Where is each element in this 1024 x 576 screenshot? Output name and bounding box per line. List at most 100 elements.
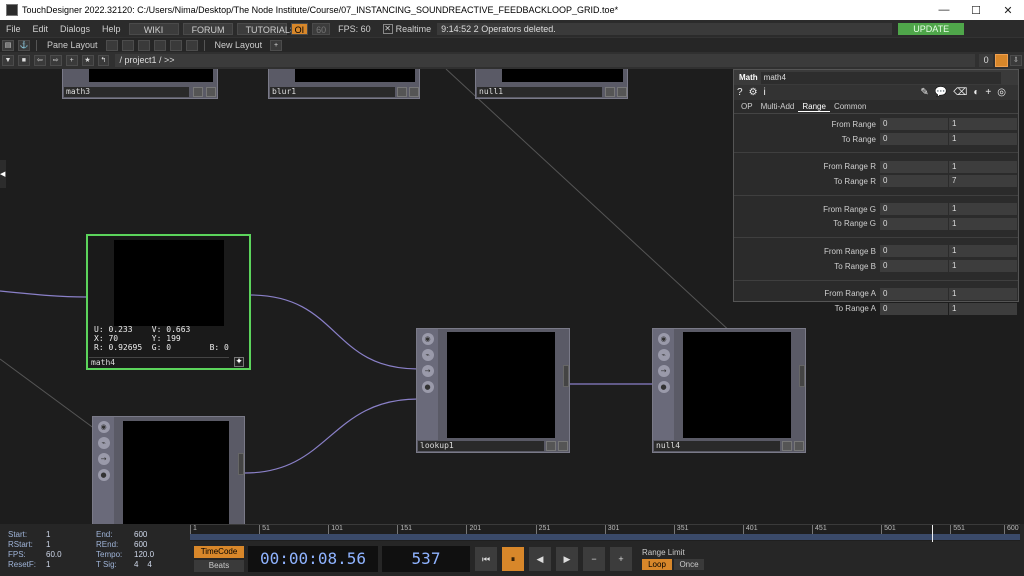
layout-5-button[interactable]	[169, 39, 182, 51]
once-button[interactable]: Once	[674, 559, 704, 570]
param-value-1[interactable]: 0	[880, 118, 948, 131]
realtime-checkbox[interactable]: ✕	[382, 23, 393, 34]
oi-button[interactable]: OI	[290, 22, 309, 35]
stat-value[interactable]: 600	[134, 540, 147, 549]
close-button[interactable]: ✕	[992, 4, 1024, 17]
param-value-2[interactable]: 1	[949, 302, 1017, 315]
output-port[interactable]	[238, 453, 244, 475]
stat-value[interactable]: 1	[46, 540, 50, 549]
lock-icon[interactable]: ●	[421, 381, 434, 393]
param-value-1[interactable]: 0	[880, 160, 948, 173]
sixty-button[interactable]: 60	[312, 22, 331, 35]
add-icon[interactable]: +	[65, 55, 78, 66]
pane-index[interactable]: 0	[979, 54, 994, 67]
op-name-field[interactable]: math4	[760, 71, 1001, 84]
step-forward-button[interactable]: +	[610, 546, 632, 571]
node-label[interactable]: null1	[477, 87, 602, 97]
help-icon[interactable]: ?	[737, 87, 743, 98]
bypass-icon[interactable]: ◉	[657, 333, 670, 345]
param-value-1[interactable]: 0	[880, 217, 948, 230]
edit-icon[interactable]: ✎	[920, 87, 928, 98]
param-value-1[interactable]: 0	[880, 260, 948, 273]
output-port[interactable]	[563, 365, 569, 387]
lock-icon[interactable]: ●	[657, 381, 670, 393]
pane-toggle-icon[interactable]	[995, 54, 1009, 67]
param-value-1[interactable]: 0	[880, 203, 948, 216]
node-null4[interactable]: ◉ ⌁ → ● null4	[652, 328, 806, 453]
node-display-flag[interactable]	[558, 441, 568, 451]
rewind-button[interactable]: ⏮	[475, 546, 497, 571]
layout-2-button[interactable]	[121, 39, 134, 51]
param-value-1[interactable]: 0	[880, 175, 948, 188]
node-viewer-toggle[interactable]	[782, 441, 792, 451]
cook-icon[interactable]: ⌁	[657, 349, 670, 361]
node-label[interactable]: blur1	[270, 87, 395, 97]
network-path[interactable]: / project1 / >>	[115, 54, 976, 67]
pane-type-icon[interactable]: ⇩	[1010, 55, 1022, 66]
new-layout-button[interactable]: +	[270, 39, 283, 51]
menu-edit[interactable]: Edit	[27, 24, 55, 34]
comment-icon[interactable]: 💬	[935, 87, 947, 98]
playhead[interactable]	[932, 525, 933, 542]
stat-value[interactable]: 60.0	[46, 550, 62, 559]
cook-icon[interactable]: ⌁	[421, 349, 434, 361]
stat-value[interactable]: 1	[46, 560, 50, 569]
display-icon[interactable]: →	[97, 453, 110, 465]
stat-value[interactable]: 1	[46, 530, 50, 539]
node-label[interactable]: lookup1	[418, 441, 544, 451]
param-value-2[interactable]: 1	[949, 203, 1017, 216]
node-display-flag[interactable]	[206, 87, 216, 97]
tab-multi-add[interactable]: Multi-Add	[757, 102, 799, 111]
pause-button[interactable]: ⏸	[502, 546, 524, 571]
param-value-1[interactable]: 0	[880, 245, 948, 258]
forum-button[interactable]: FORUM	[182, 22, 233, 35]
target-icon[interactable]: ◎	[997, 87, 1006, 98]
minimize-button[interactable]: —	[928, 4, 960, 16]
node-ramp[interactable]: ◉ ⌁ → ●	[92, 416, 245, 524]
timeline-ruler[interactable]: 1 51 101 151 201 251 301 351 401 451 501 551 600	[190, 524, 1020, 542]
node-display-flag[interactable]	[409, 87, 419, 97]
param-value-1[interactable]: 0	[880, 287, 948, 300]
update-button[interactable]: UPDATE	[898, 22, 965, 35]
output-port[interactable]	[799, 365, 805, 387]
menu-help[interactable]: Help	[96, 24, 127, 34]
tab-range[interactable]: Range	[798, 102, 830, 112]
pane-collapse-arrow-icon[interactable]: ◀	[0, 160, 6, 188]
param-value-2[interactable]: 1	[949, 217, 1017, 230]
menu-file[interactable]: File	[0, 24, 27, 34]
node-add-icon[interactable]: ✦	[234, 357, 244, 367]
display-icon[interactable]: →	[657, 365, 670, 377]
node-label[interactable]: math4	[89, 357, 229, 367]
beats-button[interactable]: Beats	[194, 559, 244, 572]
menu-dialogs[interactable]: Dialogs	[54, 24, 96, 34]
node-label[interactable]: null4	[654, 441, 780, 451]
layout-1-button[interactable]	[105, 39, 118, 51]
parent-network-icon[interactable]: ↰	[97, 55, 110, 66]
param-value-2[interactable]: 1	[949, 287, 1017, 300]
node-math4[interactable]: U: 0.233 V: 0.663 X: 70 Y: 199 R: 0.9269…	[86, 234, 251, 370]
add-icon[interactable]: +	[985, 87, 991, 98]
bypass-icon[interactable]: ◉	[97, 421, 110, 433]
stat-value[interactable]: 4	[147, 560, 151, 569]
display-icon[interactable]: →	[421, 365, 434, 377]
timecode-display[interactable]: 00:00:08.56	[248, 545, 378, 572]
node-viewer-toggle[interactable]	[397, 87, 407, 97]
python-help-icon[interactable]: ⚙	[749, 87, 758, 98]
param-value-1[interactable]: 0	[880, 302, 948, 315]
lock-icon[interactable]: ●	[97, 469, 110, 481]
node-math3[interactable]: math3	[62, 69, 218, 99]
tab-op[interactable]: OP	[737, 102, 757, 111]
play-forward-button[interactable]: ▶	[556, 546, 578, 571]
layout-3-button[interactable]	[137, 39, 150, 51]
bypass-icon[interactable]: ◉	[421, 333, 434, 345]
menu-arrow-icon[interactable]: ▼	[2, 55, 14, 66]
pane-anchor-icon[interactable]: ⚓	[18, 39, 30, 51]
node-display-flag[interactable]	[617, 87, 627, 97]
param-value-2[interactable]: 1	[949, 245, 1017, 258]
loop-button[interactable]: Loop	[642, 559, 672, 570]
param-value-2[interactable]: 1	[949, 118, 1017, 131]
python-icon[interactable]: ◐	[973, 87, 979, 98]
stop-icon[interactable]: ■	[17, 55, 30, 66]
stat-value[interactable]: 600	[134, 530, 147, 539]
bookmark-star-icon[interactable]: ★	[81, 55, 94, 66]
